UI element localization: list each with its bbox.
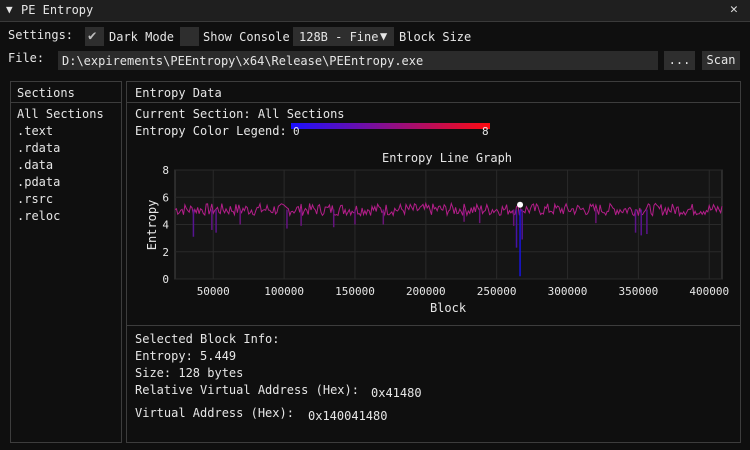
block-size-value: 128B - Fine [299, 30, 379, 44]
legend-max-label: 8 [482, 125, 489, 138]
x-tick-label: 300000 [548, 285, 588, 298]
block-size-dropdown[interactable]: 128B - Fine ▼ [293, 27, 394, 46]
section-item-rsrc[interactable]: .rsrc [17, 192, 53, 206]
section-item-text[interactable]: .text [17, 124, 53, 138]
va-label: Virtual Address (Hex): [135, 406, 294, 420]
y-tick-label: 8 [162, 164, 169, 177]
y-axis-label: Entropy [145, 200, 159, 251]
dark-mode-label: Dark Mode [109, 30, 175, 44]
x-tick-label: 200000 [406, 285, 446, 298]
x-tick-label: 350000 [619, 285, 659, 298]
checkmark-icon: ✔ [88, 28, 97, 44]
x-tick-label: 100000 [264, 285, 304, 298]
show-console-label: Show Console [203, 30, 290, 44]
browse-button[interactable]: ... [664, 51, 695, 70]
current-section-label: Current Section: All Sections [135, 107, 345, 121]
x-tick-label: 400000 [689, 285, 729, 298]
section-item-reloc[interactable]: .reloc [17, 209, 60, 223]
y-tick-label: 0 [162, 273, 169, 286]
section-item-pdata[interactable]: .pdata [17, 175, 60, 189]
section-item-rdata[interactable]: .rdata [17, 141, 60, 155]
sections-panel: Sections All Sections .text .rdata .data… [10, 81, 122, 443]
file-path-text: D:\expirements\PEEntropy\x64\Release\PEE… [62, 54, 424, 68]
y-tick-label: 2 [162, 246, 169, 259]
close-icon[interactable]: ✕ [730, 2, 738, 17]
dark-mode-checkbox[interactable]: ✔ [85, 27, 104, 46]
block-size-label: Block Size [399, 30, 472, 44]
block-size-value: Size: 128 bytes [135, 366, 244, 380]
divider [127, 325, 740, 326]
x-tick-label: 150000 [335, 285, 375, 298]
block-entropy-value: Entropy: 5.449 [135, 349, 237, 363]
x-tick-label: 50000 [197, 285, 230, 298]
rva-label: Relative Virtual Address (Hex): [135, 383, 359, 397]
file-label: File: [8, 51, 45, 65]
entropy-header: Entropy Data [127, 82, 740, 103]
entropy-title: Entropy Data [135, 86, 222, 100]
sections-title: Sections [17, 86, 75, 100]
x-tick-label: 250000 [477, 285, 517, 298]
sections-header: Sections [11, 82, 121, 103]
entropy-color-legend-bar [291, 123, 490, 129]
entropy-line-graph[interactable]: Entropy Line Graph 0 2 4 6 8 50000 100000 15000… [127, 145, 738, 325]
triangle-down-icon[interactable]: ▼ [6, 3, 13, 16]
y-tick-label: 4 [162, 219, 169, 232]
window-title: PE Entropy [21, 3, 94, 17]
y-tick-label: 6 [162, 191, 169, 204]
scan-button[interactable]: Scan [702, 51, 740, 70]
block-info-title: Selected Block Info: [135, 332, 280, 346]
chevron-down-icon: ▼ [380, 29, 388, 43]
settings-label: Settings: [8, 28, 74, 42]
entropy-panel: Entropy Data Current Section: All Sectio… [126, 81, 741, 443]
section-item-all[interactable]: All Sections [17, 107, 104, 121]
x-axis-label: Block [430, 301, 467, 315]
va-value: 0x140041480 [308, 409, 388, 423]
section-item-data[interactable]: .data [17, 158, 53, 172]
rva-value: 0x41480 [371, 386, 422, 400]
file-path-field[interactable]: D:\expirements\PEEntropy\x64\Release\PEE… [58, 51, 658, 70]
show-console-checkbox[interactable] [180, 27, 199, 46]
legend-min-label: 0 [293, 125, 300, 138]
legend-label: Entropy Color Legend: [135, 124, 287, 138]
chart-title: Entropy Line Graph [382, 151, 512, 165]
selected-point-marker[interactable] [517, 201, 524, 208]
window-titlebar[interactable]: ▼ PE Entropy ✕ [0, 0, 750, 22]
